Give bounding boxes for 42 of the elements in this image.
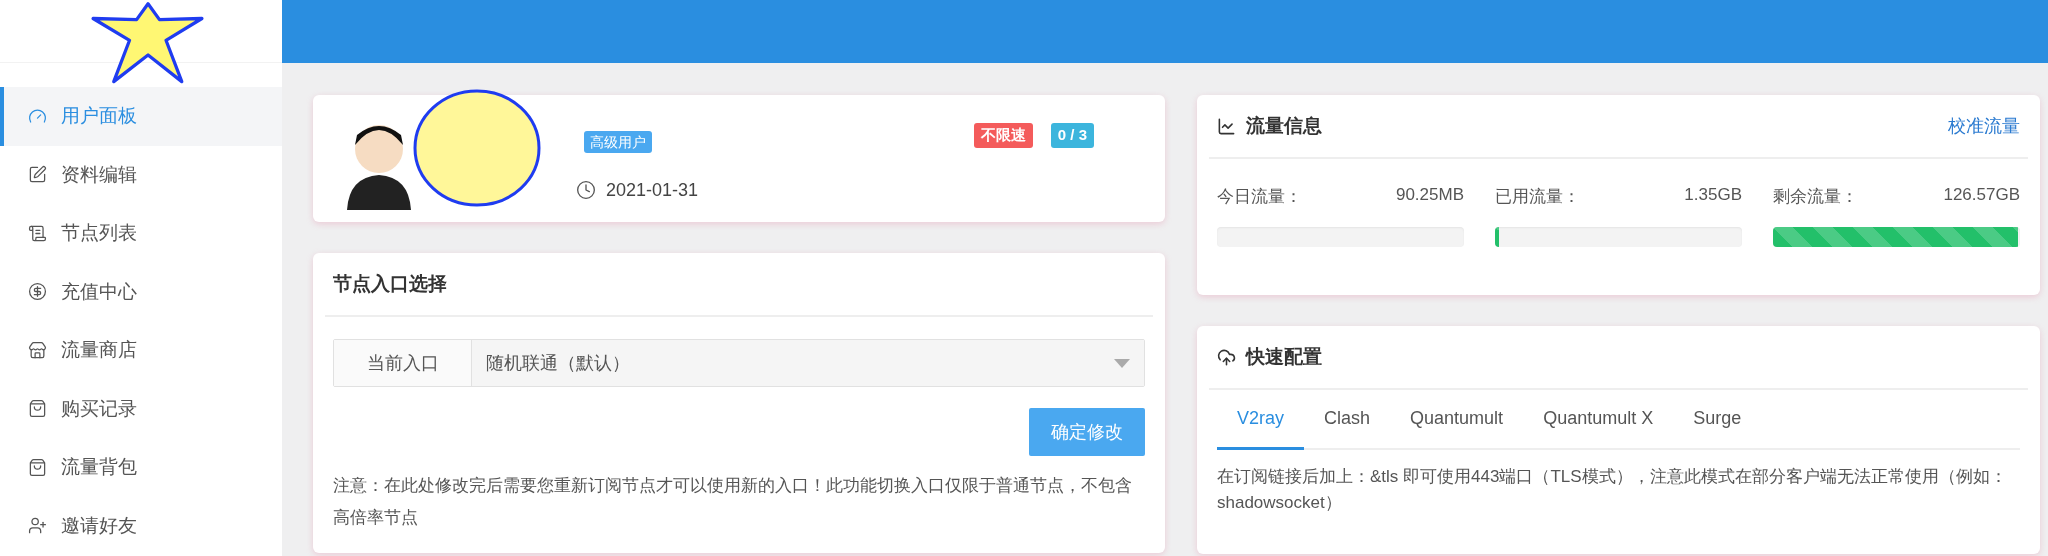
chart-icon — [1217, 116, 1236, 136]
sidebar-item[interactable]: 邀请好友 — [0, 496, 282, 555]
client-tab[interactable]: Quantumult X — [1523, 390, 1674, 450]
sidebar-item[interactable]: 节点列表 — [0, 204, 282, 263]
menu-icon — [28, 340, 47, 360]
menu-icon — [28, 399, 47, 419]
client-tab[interactable]: Quantumult — [1390, 390, 1524, 450]
client-tab[interactable]: Surge — [1673, 390, 1762, 450]
entry-select[interactable]: 当前入口 随机联通（默认） — [333, 339, 1145, 387]
note-text: 注意：在此处修改完后需要您重新订阅节点才可以使用新的入口！此功能切换入口仅限于普通节点，不包含高倍率节点 — [333, 475, 1133, 529]
client-tab[interactable]: V2ray — [1217, 390, 1305, 450]
status-tag: 0 / 3 — [1050, 123, 1094, 148]
clock-icon — [576, 180, 596, 200]
meter-label: 今日流量： — [1217, 186, 1302, 208]
menu-icon — [28, 516, 47, 536]
select-value: 随机联通（默认） — [486, 352, 630, 375]
caret-icon — [1114, 358, 1130, 368]
meter-label: 剩余流量： — [1773, 186, 1858, 208]
menu-icon — [28, 223, 47, 243]
sidebar-item[interactable]: 购买记录 — [0, 379, 282, 438]
sidebar-item[interactable]: 资料编辑 — [0, 145, 282, 204]
meter-reading: 1.35GB — [1684, 185, 1742, 206]
meter-reading: 90.25MB — [1395, 185, 1464, 206]
meter-reading: 126.57GB — [1943, 185, 2020, 206]
menu-icon — [28, 165, 47, 185]
sidebar-item[interactable]: 流量背包 — [0, 438, 282, 497]
meter-label: 已用流量： — [1495, 186, 1580, 208]
note-text: 在订阅链接后加上：&tls 即可使用443端口（TLS模式），注意此模式在部分客户端无法正常使用（例如：shadowsocket） — [1216, 466, 2008, 514]
client-tab[interactable]: Clash — [1304, 390, 1391, 450]
card-title: 流量信息 — [1246, 114, 1322, 138]
user-level-badge: 高级用户 — [584, 130, 652, 153]
card-title: 节点入口选择 — [333, 272, 447, 296]
card-title: 快速配置 — [1246, 345, 1322, 369]
expiry-date: 2021-01-31 — [606, 179, 699, 201]
sidebar-item[interactable]: 流量商店 — [0, 321, 282, 380]
sidebar-item[interactable]: 充值中心 — [0, 262, 282, 321]
cloud-upload-icon — [1217, 347, 1236, 367]
menu-icon — [28, 457, 47, 477]
field-label: 当前入口 — [334, 340, 472, 386]
menu-icon — [28, 282, 47, 302]
calibrate-link[interactable]: 校准流量 — [1948, 114, 2020, 138]
status-tag: 不限速 — [973, 123, 1033, 148]
